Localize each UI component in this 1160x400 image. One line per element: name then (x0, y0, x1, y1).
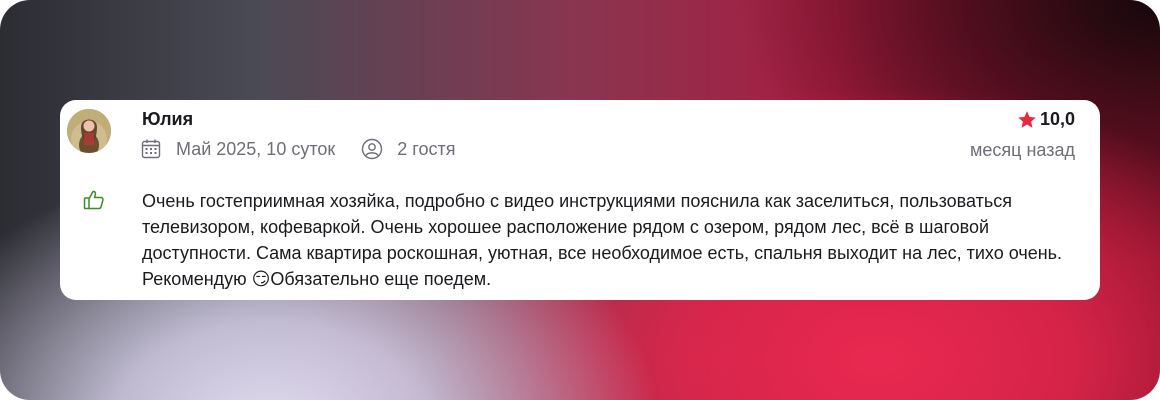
review-card: Юлия Май 2025, 10 суток 2 гостя 10,0 мес… (60, 100, 1100, 300)
person-icon (361, 138, 383, 160)
wink-emoji: 😏 (251, 269, 271, 289)
calendar-icon (140, 138, 162, 160)
posted-time: месяц назад (970, 140, 1075, 160)
author-name: Юлия (142, 109, 194, 129)
rating: 10,0 (1017, 109, 1075, 130)
stay-dates: Май 2025, 10 суток (176, 138, 336, 159)
review-text-part-2: Обязательно еще поедем. (270, 269, 492, 289)
review-text: Очень гостеприимная хозяйка, подробно с … (142, 188, 1072, 292)
guest-count: 2 гостя (397, 138, 456, 159)
avatar[interactable] (67, 109, 111, 153)
thumbs-up-icon (82, 188, 106, 212)
rating-value: 10,0 (1039, 109, 1075, 129)
avatar-photo (67, 109, 111, 153)
background-frame: Юлия Май 2025, 10 суток 2 гостя 10,0 мес… (0, 0, 1160, 400)
star-icon (1017, 110, 1037, 130)
stay-info: Май 2025, 10 суток 2 гостя (140, 137, 481, 161)
